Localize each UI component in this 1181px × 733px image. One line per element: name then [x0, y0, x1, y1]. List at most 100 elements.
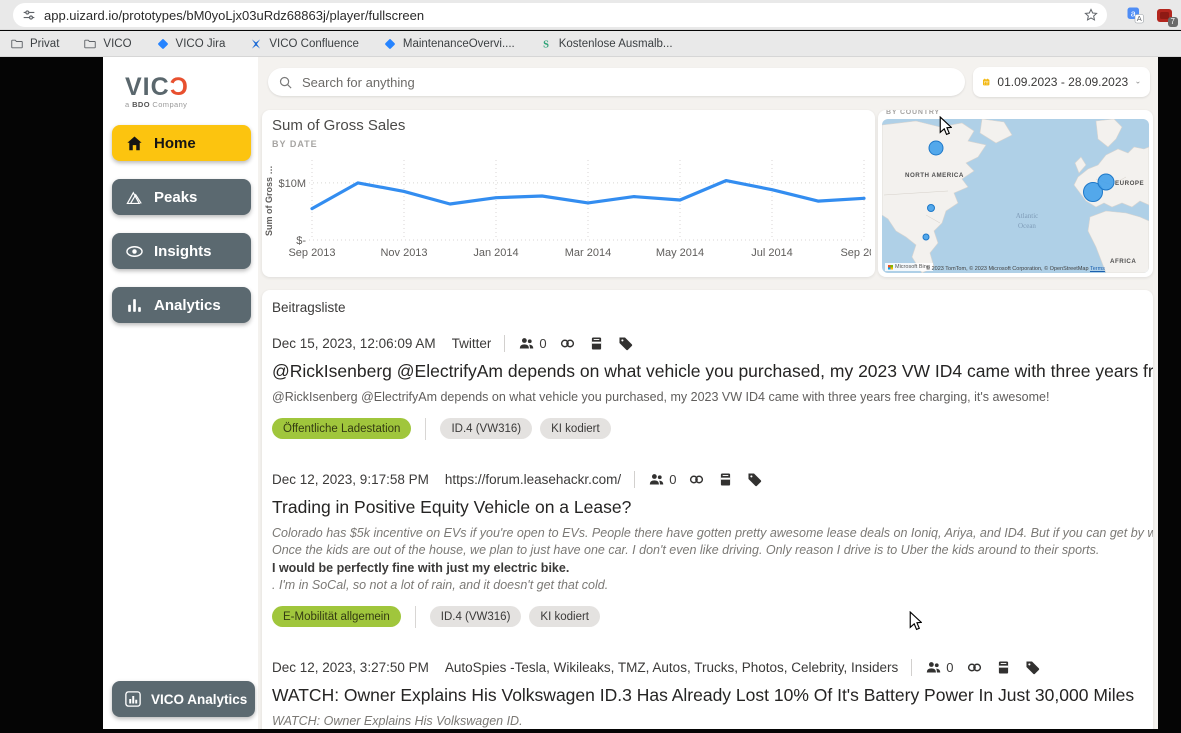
- book-icon[interactable]: [588, 335, 605, 352]
- line-chart[interactable]: $10M$-Sep 2013Nov 2013Jan 2014Mar 2014Ma…: [272, 156, 871, 270]
- svg-text:Jul 2014: Jul 2014: [751, 247, 793, 259]
- post-title[interactable]: WATCH: Owner Explains His Volkswagen ID.…: [272, 685, 1153, 706]
- post-body-line: @RickIsenberg @ElectrifyAm depends on wh…: [272, 389, 1153, 407]
- link-icon[interactable]: [688, 471, 705, 488]
- search-input[interactable]: [302, 75, 955, 90]
- svg-text:May 2014: May 2014: [656, 247, 704, 259]
- prototype-stage: VICƆ a BDO Company Home Peaks Insights A…: [0, 57, 1181, 733]
- posts-heading: Beitragsliste: [262, 300, 1153, 315]
- tag-pill[interactable]: KI kodiert: [529, 606, 600, 627]
- folder-icon: [83, 37, 97, 51]
- link-icon[interactable]: [966, 659, 983, 676]
- post-source[interactable]: Twitter: [452, 336, 492, 351]
- book-icon[interactable]: [717, 471, 734, 488]
- map-bubble[interactable]: [929, 141, 943, 155]
- bars-icon: [125, 296, 144, 315]
- book-icon[interactable]: [995, 659, 1012, 676]
- sidebar-item-label: Analytics: [154, 297, 221, 314]
- post-title[interactable]: Trading in Positive Equity Vehicle on a …: [272, 497, 1153, 518]
- sidebar-item-home[interactable]: Home: [112, 125, 251, 161]
- post-meta: Dec 15, 2023, 12:06:09 AM Twitter 0: [272, 335, 1153, 352]
- sidebar: VICƆ a BDO Company Home Peaks Insights A…: [103, 57, 258, 729]
- bookmark-label: Kostenlose Ausmalb...: [559, 38, 673, 50]
- sidebar-item-analytics[interactable]: Analytics: [112, 287, 251, 323]
- posts-card: Beitragsliste Dec 15, 2023, 12:06:09 AM …: [262, 290, 1153, 729]
- address-bar[interactable]: app.uizard.io/prototypes/bM0yoLjx03uRdz6…: [13, 3, 1107, 27]
- posts-list: Dec 15, 2023, 12:06:09 AM Twitter 0 @Ric…: [262, 335, 1153, 729]
- tag-pill[interactable]: E-Mobilität allgemein: [272, 606, 401, 627]
- svg-text:$-: $-: [296, 235, 306, 247]
- bookmark-item[interactable]: Kostenlose Ausmalb...: [539, 37, 673, 51]
- post-tags: Öffentliche Ladestation ID.4 (VW316) KI ko…: [272, 418, 1153, 440]
- tag-divider: [415, 606, 416, 628]
- tag-icon[interactable]: [1024, 659, 1041, 676]
- sidebar-item-label: Home: [154, 135, 196, 152]
- svg-text:EUROPE: EUROPE: [1115, 180, 1144, 187]
- map-terms-link[interactable]: Terms: [1090, 266, 1105, 272]
- post-body-line: I would be perfectly fine with just my e…: [272, 560, 1153, 578]
- peaks-icon: [125, 188, 144, 207]
- logo-subtitle: a BDO Company: [125, 100, 188, 109]
- home-icon: [125, 134, 144, 153]
- svg-text:Sep 2013: Sep 2013: [288, 247, 335, 259]
- audience-icon[interactable]: [518, 335, 535, 352]
- map-subtitle: BY COUNTRY: [886, 110, 940, 116]
- map-bubble[interactable]: [928, 205, 935, 212]
- calendar-icon: [982, 74, 990, 90]
- post-title[interactable]: @RickIsenberg @ElectrifyAm depends on wh…: [272, 361, 1153, 382]
- audience-icon[interactable]: [648, 471, 665, 488]
- translate-icon[interactable]: aA: [1127, 7, 1144, 24]
- bookmark-label: MaintenanceOvervi....: [403, 38, 515, 50]
- bookmark-item[interactable]: VICO Confluence: [249, 37, 359, 51]
- map-attribution: © 2023 TomTom, © 2023 Microsoft Corporat…: [882, 266, 1149, 272]
- site-settings-icon[interactable]: [21, 7, 37, 23]
- diamond-icon: [156, 37, 170, 51]
- svg-text:Nov 2013: Nov 2013: [380, 247, 427, 259]
- svg-text:$10M: $10M: [278, 178, 306, 190]
- tag-pill[interactable]: Öffentliche Ladestation: [272, 418, 411, 439]
- post-source[interactable]: AutoSpies -Tesla, Wikileaks, TMZ, Autos,…: [445, 660, 898, 675]
- tag-pill[interactable]: KI kodiert: [540, 418, 611, 439]
- tag-icon[interactable]: [746, 471, 763, 488]
- post-source[interactable]: https://forum.leasehackr.com/: [445, 472, 621, 487]
- bookmark-item[interactable]: VICO Jira: [156, 37, 226, 51]
- tag-pill[interactable]: ID.4 (VW316): [430, 606, 522, 627]
- post-tags: E-Mobilität allgemein ID.4 (VW316) KI kodi…: [272, 606, 1153, 628]
- app-window: VICƆ a BDO Company Home Peaks Insights A…: [103, 57, 1158, 729]
- bookmarks-bar: Privat VICO VICO Jira VICO Confluence Ma…: [0, 31, 1181, 57]
- tag-pill[interactable]: ID.4 (VW316): [440, 418, 532, 439]
- post-body-line: Once the kids are out of the house, we p…: [272, 542, 1153, 560]
- post-meta: Dec 12, 2023, 3:27:50 PM AutoSpies -Tesl…: [272, 659, 1153, 676]
- sidebar-item-label: Insights: [154, 243, 212, 260]
- url-text[interactable]: app.uizard.io/prototypes/bM0yoLjx03uRdz6…: [44, 8, 1083, 23]
- search-icon: [278, 75, 293, 90]
- post-item: Dec 12, 2023, 9:17:58 PM https://forum.l…: [262, 471, 1153, 628]
- bookmark-label: VICO Jira: [176, 38, 226, 50]
- bing-map[interactable]: NORTH AMERICAEUROPEAFRICAAtlanticOcean M…: [882, 119, 1149, 273]
- svg-text:Jan 2014: Jan 2014: [473, 247, 518, 259]
- map-bubble[interactable]: [923, 234, 929, 240]
- sidebar-item-insights[interactable]: Insights: [112, 233, 251, 269]
- post-body-line: WATCH: Owner Explains His Volkswagen ID.: [272, 713, 1153, 730]
- audience-icon[interactable]: [925, 659, 942, 676]
- post-item: Dec 15, 2023, 12:06:09 AM Twitter 0 @Ric…: [262, 335, 1153, 440]
- bookmark-item[interactable]: Privat: [10, 37, 59, 51]
- bookmark-star-icon[interactable]: [1083, 7, 1099, 23]
- sidebar-item-peaks[interactable]: Peaks: [112, 179, 251, 215]
- link-icon[interactable]: [559, 335, 576, 352]
- tag-icon[interactable]: [617, 335, 634, 352]
- date-range-picker[interactable]: 01.09.2023 - 28.09.2023: [973, 67, 1150, 97]
- extension-icon[interactable]: 7: [1156, 7, 1173, 24]
- bookmark-item[interactable]: VICO: [83, 37, 131, 51]
- bookmark-item[interactable]: MaintenanceOvervi....: [383, 37, 515, 51]
- gross-sales-chart-card: Sum of Gross Sales BY DATE Sum of Gross …: [262, 110, 875, 277]
- browser-toolbar: app.uizard.io/prototypes/bM0yoLjx03uRdz6…: [0, 0, 1181, 30]
- sidebar-item-vico-analytics[interactable]: VICO Analytics: [112, 681, 255, 717]
- post-date: Dec 12, 2023, 3:27:50 PM: [272, 660, 429, 675]
- audience-count: 0: [539, 336, 546, 351]
- country-map-card: BY COUNTRY: [878, 110, 1153, 277]
- bars-box-icon: [124, 690, 142, 708]
- map-bubble[interactable]: [1098, 174, 1114, 190]
- meta-divider: [634, 471, 635, 488]
- search-bar[interactable]: [268, 68, 965, 96]
